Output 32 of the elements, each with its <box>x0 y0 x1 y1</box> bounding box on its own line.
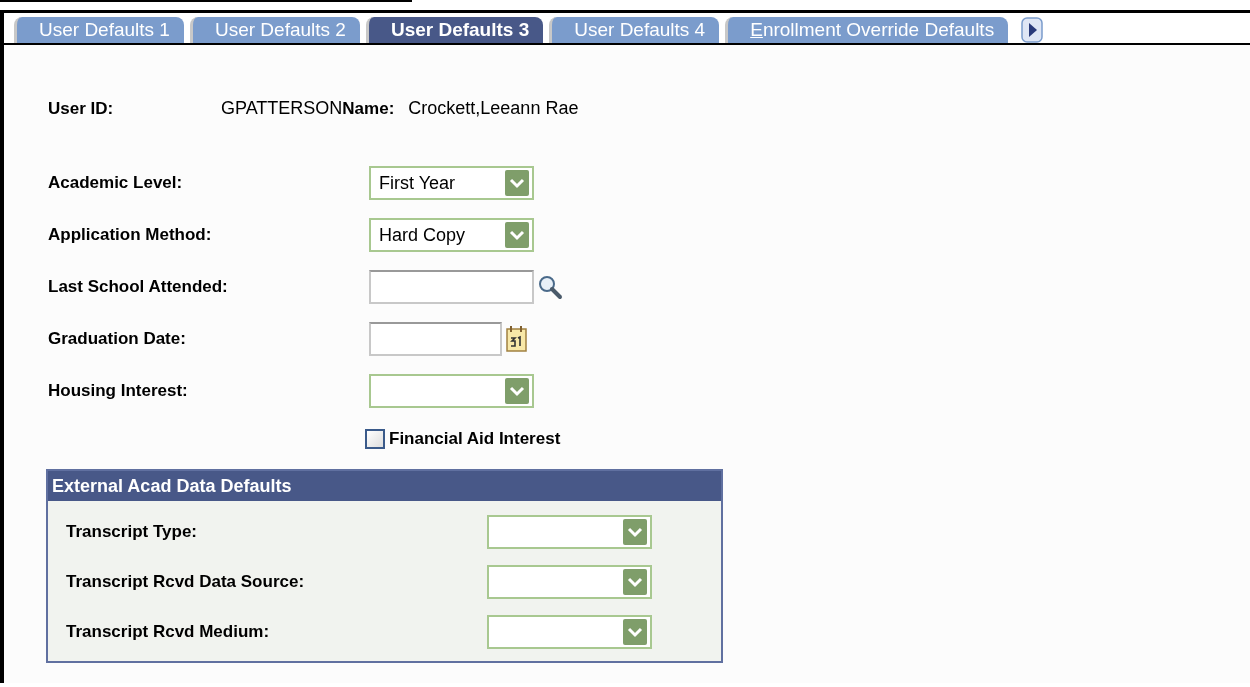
group-title: External Acad Data Defaults <box>48 471 721 501</box>
dropdown-field[interactable]: Hard Copy <box>369 218 534 252</box>
tab[interactable]: Enrollment Override Defaults <box>725 17 1009 43</box>
field-label: Transcript Rcvd Medium: <box>66 622 271 642</box>
search-icon[interactable] <box>537 274 563 300</box>
name-value: Crockett,Leeann Rae <box>408 98 579 119</box>
date-field[interactable] <box>369 322 502 356</box>
calendar-icon[interactable] <box>505 325 529 353</box>
dropdown-field[interactable] <box>487 615 652 649</box>
field-label: Graduation Date: <box>48 329 187 349</box>
checkbox[interactable] <box>365 429 385 449</box>
dropdown-value: First Year <box>379 172 456 194</box>
dropdown-value: Hard Copy <box>379 224 466 246</box>
field-label: User ID: <box>48 99 115 119</box>
field-label: Housing Interest: <box>48 381 189 401</box>
checkbox-label: Financial Aid Interest <box>389 429 561 449</box>
tab[interactable]: User Defaults 1 <box>14 17 184 43</box>
field-label: Application Method: <box>48 225 213 245</box>
field-label: Transcript Type: <box>66 522 198 542</box>
dropdown-field[interactable] <box>487 515 652 549</box>
field-label: Name: <box>342 99 395 119</box>
user-id-value: GPATTERSON <box>221 98 343 119</box>
dropdown-field[interactable]: First Year <box>369 166 534 200</box>
dropdown-field[interactable] <box>369 374 534 408</box>
field-label: Last School Attended: <box>48 277 229 297</box>
tab[interactable]: User Defaults 3 <box>365 17 544 43</box>
dropdown-field[interactable] <box>487 565 652 599</box>
field-label: Transcript Rcvd Data Source: <box>66 572 306 592</box>
tab[interactable]: User Defaults 4 <box>549 17 720 43</box>
tab[interactable]: User Defaults 2 <box>189 17 360 43</box>
input-field[interactable] <box>369 270 534 304</box>
field-label: Academic Level: <box>48 173 184 193</box>
